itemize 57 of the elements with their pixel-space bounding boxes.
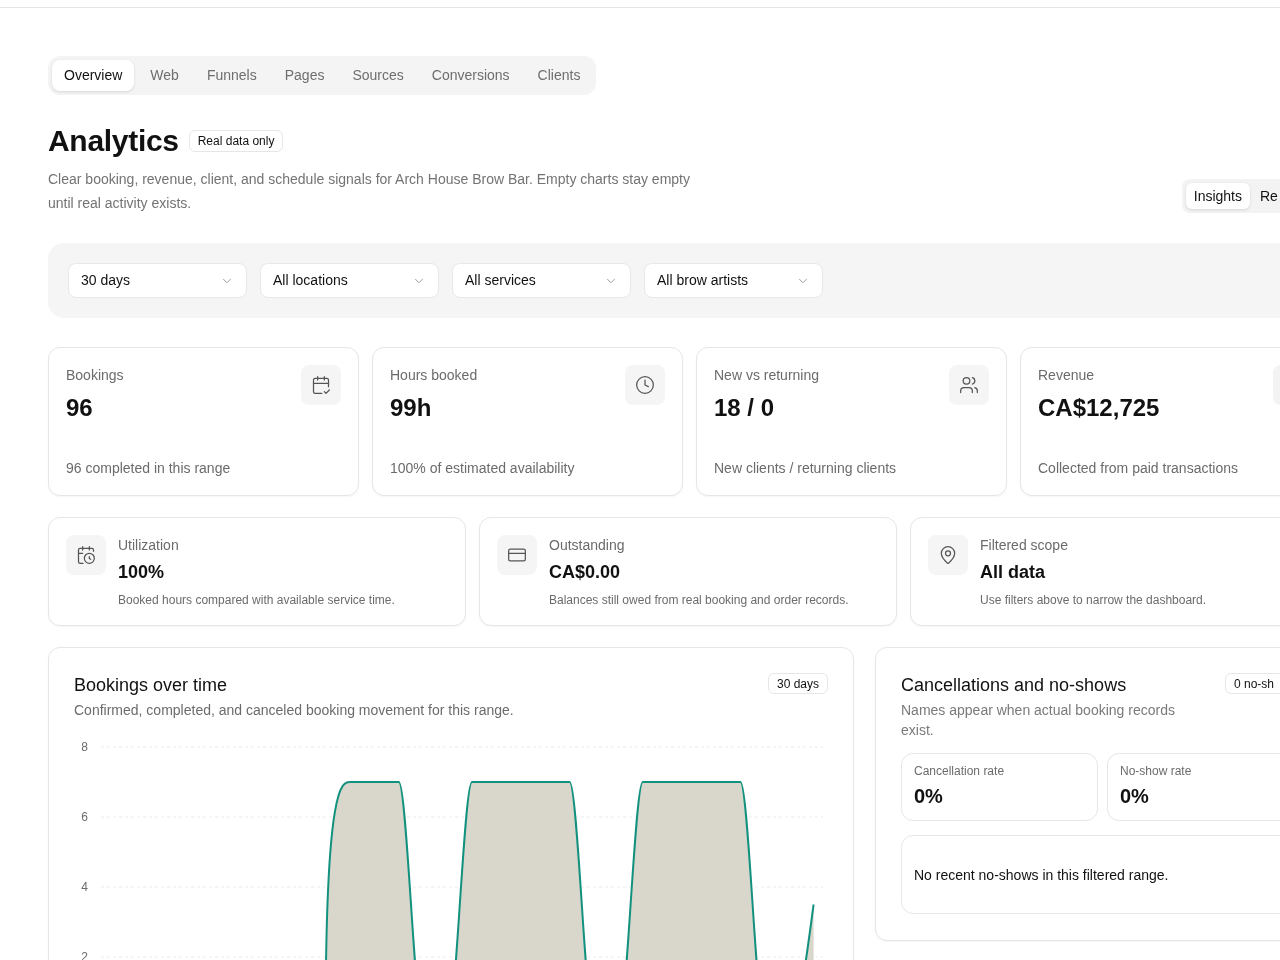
kpi-value: 18 / 0 [714,393,776,423]
kpi-label: Hours booked [390,366,478,385]
page-description: Clear booking, revenue, client, and schedule signals for Arch House Brow Bar. Empty charts stay empty until real activity exists. [48,170,691,213]
nav-tab[interactable]: Conversions [419,60,522,91]
summary-note: Use filters above to narrow the dashboard. [980,592,1207,608]
view-tab[interactable]: Re [1254,183,1280,209]
summary-label: Utilization [118,536,180,555]
filter-select[interactable]: All brow artists [644,263,823,298]
page-title: Analytics [48,123,179,159]
kpi-value: 99h [390,393,433,423]
summary-value: 100% [118,561,166,584]
nav-tab[interactable]: Overview [52,60,135,91]
card-title: Cancellations and no-shows [901,674,1128,697]
nav-tab[interactable]: Sources [340,60,416,91]
no-show-count-badge: 0 no-sh [1225,673,1280,694]
nav-tab[interactable]: Pages [272,60,337,91]
nav-tab[interactable]: Web [138,60,191,91]
chart-subtitle: Confirmed, completed, and canceled booking movement for this range. [74,701,514,720]
kpi-label: Bookings [66,366,124,385]
users-icon [949,365,989,405]
summary-note: Booked hours compared with available service time. [118,592,395,608]
axis-tick-label: 8 [81,740,88,754]
kpi-note: 100% of estimated availability [390,459,576,478]
nav-tab[interactable]: Funnels [194,60,269,91]
empty-state-message: No recent no-shows in this filtered range. [914,865,1169,885]
calendar-check-icon [301,365,341,405]
kpi-value: CA$12,725 [1038,393,1160,423]
filter-select[interactable]: 30 days [68,263,247,298]
range-badge: 30 days [767,673,828,694]
summary-label: Outstanding [549,536,626,555]
kpi-note: 96 completed in this range [66,459,232,478]
filter-select[interactable]: All locations [260,263,439,298]
summary-label: Filtered scope [980,536,1069,555]
real-data-badge: Real data only [188,130,284,152]
axis-tick-label: 4 [81,880,88,894]
clock-icon [625,365,665,405]
credit-card-icon [497,535,537,575]
view-tab[interactable]: Insights [1185,183,1250,209]
summary-note: Balances still owed from real booking and order records. [549,592,849,608]
rate-value: 0% [914,784,944,809]
kpi-label: New vs returning [714,366,820,385]
rate-label: No-show rate [1120,763,1193,779]
nav-tab[interactable]: Clients [525,60,593,91]
rate-value: 0% [1120,784,1150,809]
summary-value: CA$0.00 [549,561,622,584]
rate-label: Cancellation rate [914,763,1006,779]
calendar-clock-icon [66,535,106,575]
kpi-note: Collected from paid transactions [1038,459,1239,478]
kpi-value: 96 [66,393,94,423]
kpi-note: New clients / returning clients [714,459,898,478]
chart-title: Bookings over time [74,674,229,697]
map-pin-icon [928,535,968,575]
kpi-label: Revenue [1038,366,1096,385]
card-subtitle: Names appear when actual booking records exist. [901,701,1176,740]
summary-value: All data [980,561,1046,584]
filter-select[interactable]: All services [452,263,631,298]
axis-tick-label: 6 [81,810,88,824]
